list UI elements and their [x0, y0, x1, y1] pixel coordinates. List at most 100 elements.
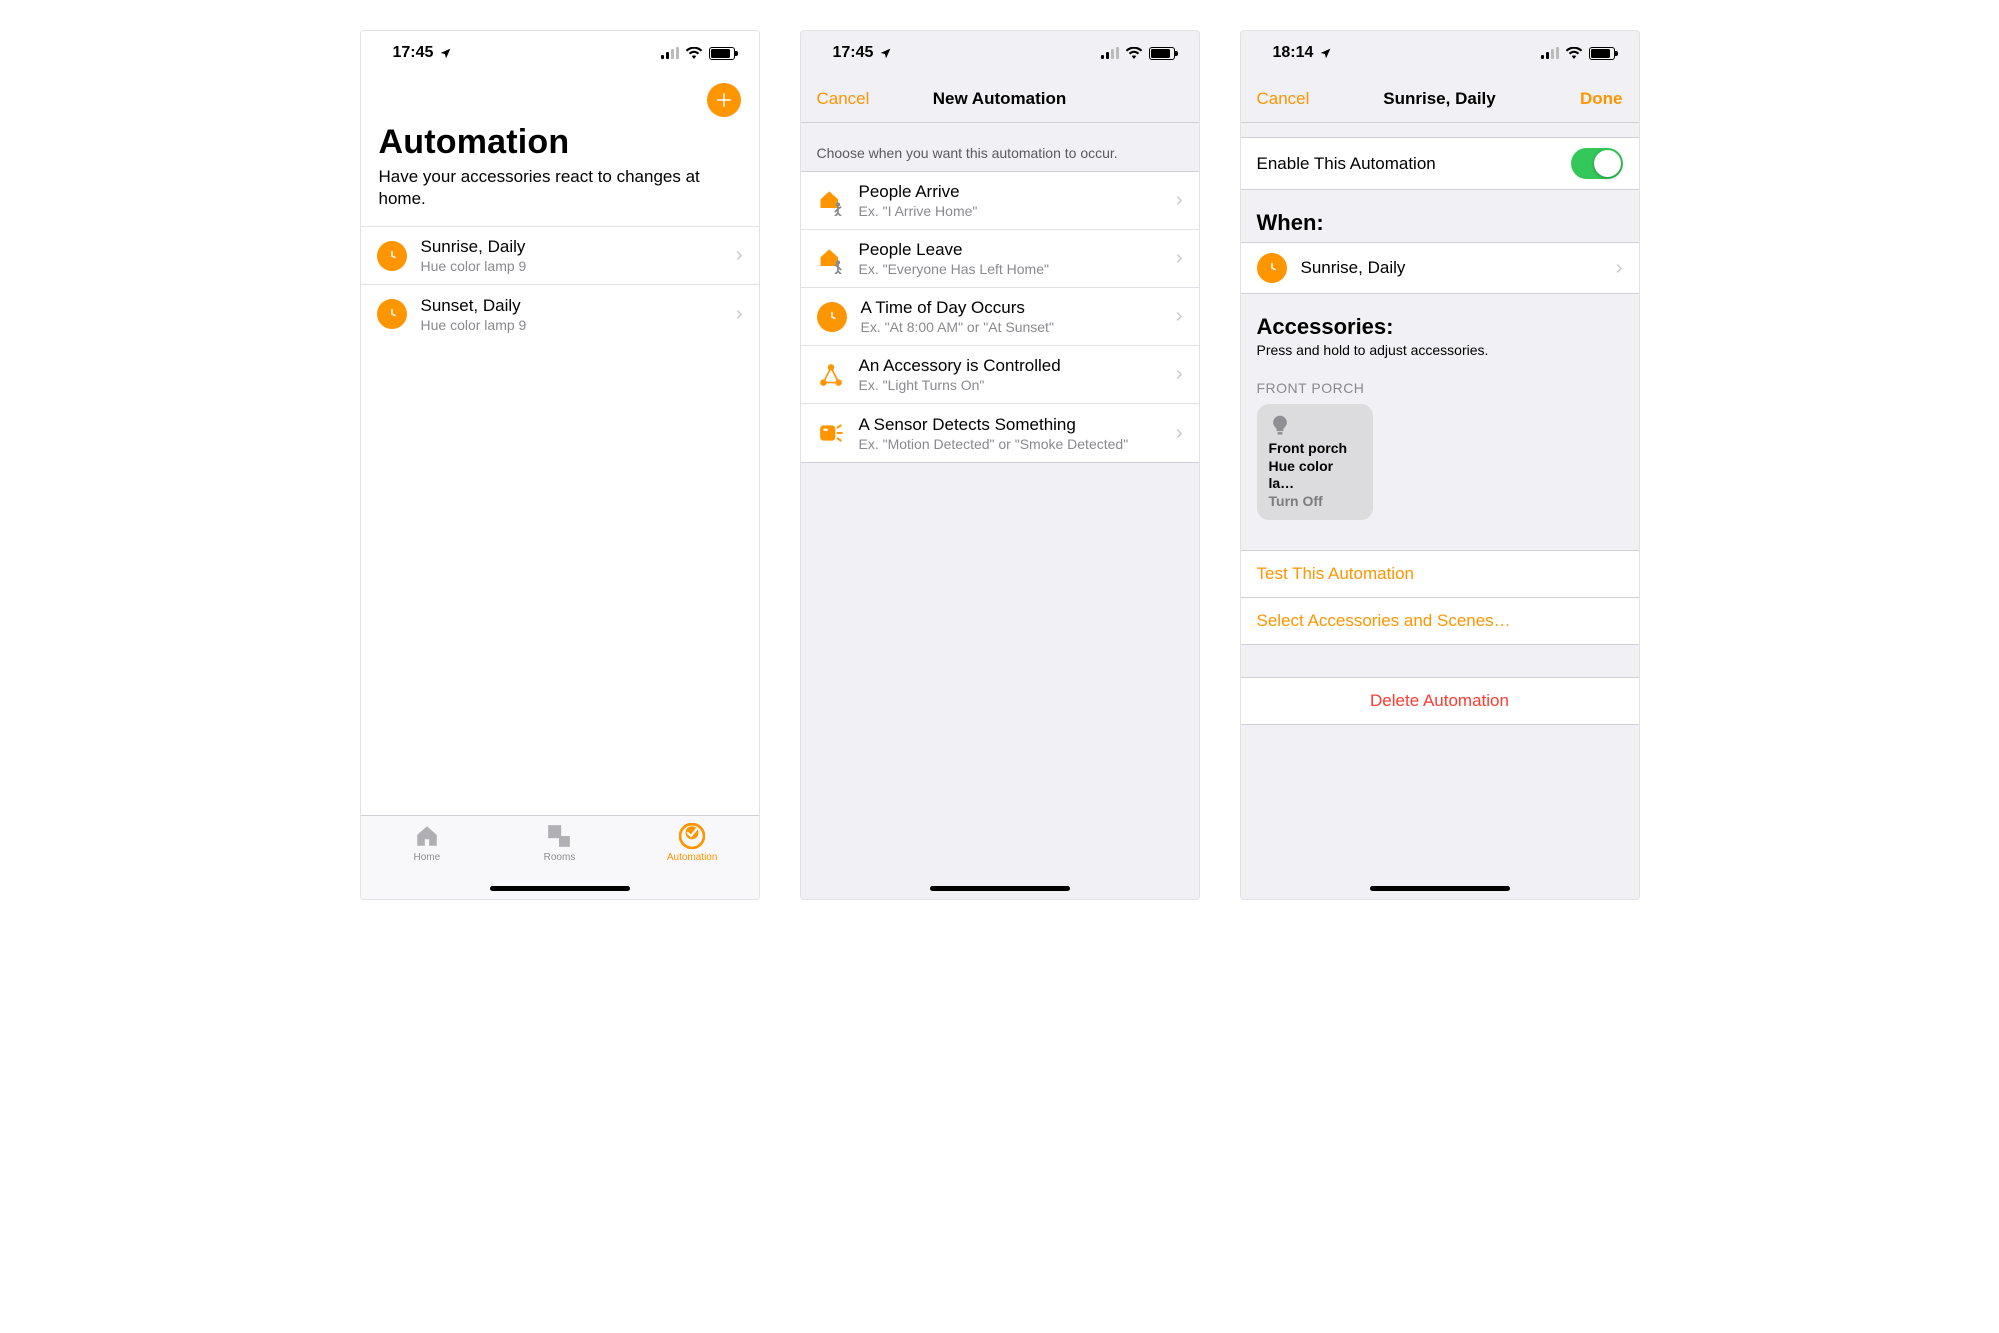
automation-item-sunset[interactable]: Sunset, Daily Hue color lamp 9 ›: [361, 285, 759, 343]
wifi-icon: [685, 47, 703, 59]
row-subtitle: Hue color lamp 9: [421, 258, 722, 274]
enable-automation-row[interactable]: Enable This Automation: [1241, 138, 1639, 189]
chevron-right-icon: ›: [1176, 422, 1183, 445]
row-subtitle: Ex. "Everyone Has Left Home": [859, 261, 1162, 277]
accessories-hint: Press and hold to adjust accessories.: [1241, 342, 1639, 366]
cancel-button[interactable]: Cancel: [817, 89, 870, 109]
row-title: Sunrise, Daily: [421, 237, 722, 257]
screen-automation-list: 17:45 Automation Have your accessories r…: [360, 30, 760, 900]
house-icon: [413, 822, 441, 850]
accessories-header: Accessories:: [1241, 294, 1639, 342]
home-indicator[interactable]: [930, 886, 1070, 891]
when-group: Sunrise, Daily ›: [1241, 242, 1639, 294]
status-bar: 17:45: [361, 31, 759, 75]
house-person-leave-icon: [817, 245, 845, 273]
room-label: FRONT PORCH: [1241, 366, 1639, 404]
clock-icon: [1257, 253, 1287, 283]
chevron-right-icon: ›: [736, 244, 743, 267]
chevron-right-icon: ›: [1176, 189, 1183, 212]
when-value: Sunrise, Daily: [1301, 258, 1602, 278]
test-automation-button[interactable]: Test This Automation: [1241, 550, 1639, 597]
tab-label: Home: [413, 852, 440, 863]
row-title: An Accessory is Controlled: [859, 356, 1162, 376]
tile-line1: Front porch: [1269, 440, 1361, 458]
option-sensor-detects[interactable]: A Sensor Detects Something Ex. "Motion D…: [801, 404, 1199, 462]
status-time: 17:45: [833, 44, 874, 62]
nav-bar: Cancel New Automation: [801, 75, 1199, 123]
enable-toggle[interactable]: [1571, 148, 1623, 179]
row-subtitle: Ex. "Light Turns On": [859, 377, 1162, 393]
location-icon: [439, 47, 452, 60]
cancel-button[interactable]: Cancel: [1257, 89, 1310, 109]
row-title: People Arrive: [859, 182, 1162, 202]
clock-icon: [377, 299, 407, 329]
screen-automation-detail: 18:14 Cancel Sunrise, Daily Done Enable …: [1240, 30, 1640, 900]
option-time-of-day[interactable]: A Time of Day Occurs Ex. "At 8:00 AM" or…: [801, 288, 1199, 346]
automation-icon: [679, 822, 705, 850]
trigger-options-list: People Arrive Ex. "I Arrive Home" › Peop…: [801, 171, 1199, 463]
option-people-leave[interactable]: People Leave Ex. "Everyone Has Left Home…: [801, 230, 1199, 288]
page-subtitle: Have your accessories react to changes a…: [379, 166, 741, 210]
enable-row-group: Enable This Automation: [1241, 137, 1639, 190]
accessory-tile-front-porch-lamp[interactable]: Front porch Hue color la… Turn Off: [1257, 404, 1373, 520]
clock-icon: [377, 241, 407, 271]
done-button[interactable]: Done: [1580, 89, 1623, 109]
status-bar: 18:14: [1241, 31, 1639, 75]
home-indicator[interactable]: [1370, 886, 1510, 891]
house-person-icon: [817, 187, 845, 215]
location-icon: [1319, 47, 1332, 60]
status-time: 18:14: [1273, 44, 1314, 62]
tab-label: Automation: [667, 852, 718, 863]
row-subtitle: Ex. "Motion Detected" or "Smoke Detected…: [859, 436, 1162, 452]
row-title: Sunset, Daily: [421, 296, 722, 316]
battery-icon: [709, 47, 735, 60]
clock-icon: [817, 302, 847, 332]
wifi-icon: [1565, 47, 1583, 59]
large-title-header: Automation Have your accessories react t…: [361, 75, 759, 227]
automation-item-sunrise[interactable]: Sunrise, Daily Hue color lamp 9 ›: [361, 227, 759, 285]
option-people-arrive[interactable]: People Arrive Ex. "I Arrive Home" ›: [801, 172, 1199, 230]
row-title: A Sensor Detects Something: [859, 415, 1162, 435]
when-header: When:: [1241, 190, 1639, 242]
enable-label: Enable This Automation: [1257, 154, 1557, 174]
chevron-right-icon: ›: [736, 303, 743, 326]
chevron-right-icon: ›: [1176, 305, 1183, 328]
bulb-icon: [1269, 414, 1361, 438]
row-subtitle: Ex. "I Arrive Home": [859, 203, 1162, 219]
battery-icon: [1589, 47, 1615, 60]
cell-signal-icon: [1101, 47, 1119, 59]
home-indicator[interactable]: [490, 886, 630, 891]
chevron-right-icon: ›: [1176, 247, 1183, 270]
row-title: A Time of Day Occurs: [861, 298, 1162, 318]
tile-state: Turn Off: [1269, 493, 1361, 511]
nav-bar: Cancel Sunrise, Daily Done: [1241, 75, 1639, 123]
row-subtitle: Hue color lamp 9: [421, 317, 722, 333]
automation-list: Sunrise, Daily Hue color lamp 9 › Sunset…: [361, 227, 759, 343]
status-time: 17:45: [393, 44, 434, 62]
sensor-icon: [817, 419, 845, 447]
network-nodes-icon: [817, 361, 845, 389]
rooms-icon: [546, 822, 572, 850]
battery-icon: [1149, 47, 1175, 60]
wifi-icon: [1125, 47, 1143, 59]
select-accessories-button[interactable]: Select Accessories and Scenes…: [1241, 597, 1639, 645]
row-subtitle: Ex. "At 8:00 AM" or "At Sunset": [861, 319, 1162, 335]
option-accessory-controlled[interactable]: An Accessory is Controlled Ex. "Light Tu…: [801, 346, 1199, 404]
when-row[interactable]: Sunrise, Daily ›: [1241, 243, 1639, 293]
accessory-tiles: Front porch Hue color la… Turn Off: [1241, 404, 1639, 550]
page-title: Automation: [379, 123, 741, 162]
row-title: People Leave: [859, 240, 1162, 260]
tab-label: Rooms: [544, 852, 576, 863]
delete-automation-button[interactable]: Delete Automation: [1241, 677, 1639, 725]
section-prompt: Choose when you want this automation to …: [801, 123, 1199, 171]
tab-automation[interactable]: Automation: [632, 822, 752, 899]
status-bar: 17:45: [801, 31, 1199, 75]
cell-signal-icon: [1541, 47, 1559, 59]
add-button[interactable]: [707, 83, 741, 117]
tab-home[interactable]: Home: [367, 822, 487, 899]
location-icon: [879, 47, 892, 60]
chevron-right-icon: ›: [1176, 363, 1183, 386]
tile-line2: Hue color la…: [1269, 458, 1361, 493]
screen-new-automation: 17:45 Cancel New Automation Choose when …: [800, 30, 1200, 900]
chevron-right-icon: ›: [1616, 257, 1623, 280]
